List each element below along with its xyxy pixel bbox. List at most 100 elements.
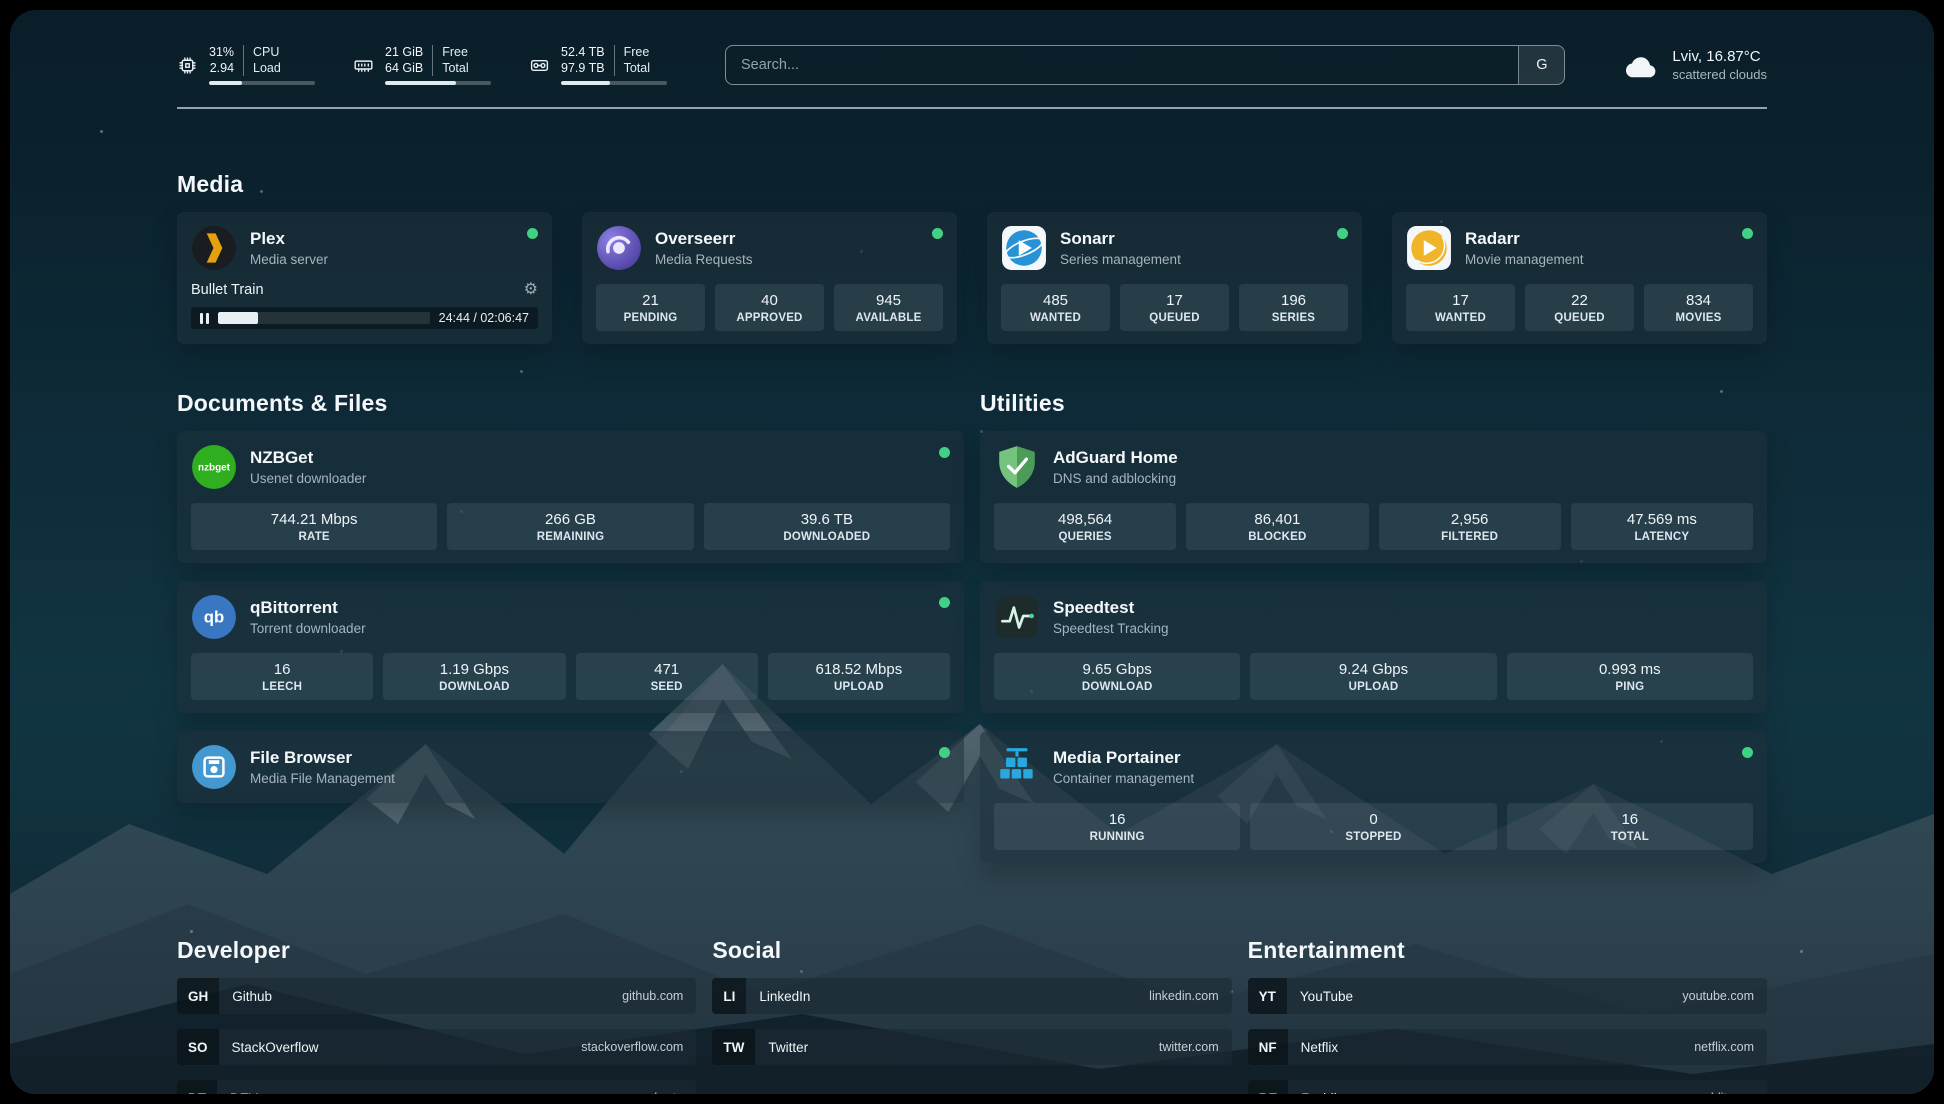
service-description: Speedtest Tracking: [1053, 621, 1169, 636]
section-utilities: Utilities: [980, 390, 1767, 863]
svg-text:nzbget: nzbget: [198, 463, 231, 474]
bookmark-youtube[interactable]: YT YouTube youtube.com: [1248, 978, 1767, 1014]
service-name: AdGuard Home: [1053, 448, 1178, 468]
cloud-icon: [1623, 50, 1659, 80]
service-card-speedtest[interactable]: Speedtest Speedtest Tracking 9.65 GbpsDO…: [980, 581, 1767, 713]
bookmark-twitter[interactable]: TW Twitter twitter.com: [712, 1029, 1231, 1065]
search-provider-button[interactable]: G: [1518, 46, 1564, 84]
cpu-icon: [177, 55, 198, 76]
service-description: DNS and adblocking: [1053, 471, 1178, 486]
plex-icon: [191, 225, 237, 271]
bookmark-dev[interactable]: DT DEV dev.to: [177, 1080, 696, 1094]
disk-progress-bar: [561, 81, 667, 85]
radarr-icon: [1406, 225, 1452, 271]
stat-wanted: 485WANTED: [1001, 284, 1110, 331]
status-dot: [939, 747, 950, 758]
stat-queued: 22QUEUED: [1525, 284, 1634, 331]
status-dot: [1742, 228, 1753, 239]
stat-leech: 16LEECH: [191, 653, 373, 700]
status-dot: [527, 228, 538, 239]
stat-movies: 834MOVIES: [1644, 284, 1753, 331]
status-dot: [932, 228, 943, 239]
service-description: Container management: [1053, 771, 1194, 786]
bookmark-group-social: Social LI LinkedIn linkedin.com TW Twitt…: [712, 937, 1231, 1065]
service-card-filebrowser[interactable]: File Browser Media File Management: [177, 731, 964, 803]
resource-widgets: 31% 2.94 CPU Load: [177, 45, 667, 85]
cpu-progress-bar: [209, 81, 315, 85]
stat-total: 16TOTAL: [1507, 803, 1753, 850]
stat-available: 945AVAILABLE: [834, 284, 943, 331]
disk-total-value: 97.9 TB: [561, 61, 605, 77]
playback-progress[interactable]: [218, 312, 430, 324]
stat-stopped: 0STOPPED: [1250, 803, 1496, 850]
service-card-sonarr[interactable]: Sonarr Series management 485WANTED 17QUE…: [987, 212, 1362, 344]
service-description: Media Requests: [655, 252, 753, 267]
filebrowser-icon: [191, 744, 237, 790]
qbittorrent-icon: qb: [191, 594, 237, 640]
memory-free-label: Free: [442, 45, 468, 61]
stat-pending: 21PENDING: [596, 284, 705, 331]
memory-free-value: 21 GiB: [385, 45, 423, 61]
service-card-radarr[interactable]: Radarr Movie management 17WANTED 22QUEUE…: [1392, 212, 1767, 344]
status-dot: [1742, 747, 1753, 758]
stat-wanted: 17WANTED: [1406, 284, 1515, 331]
overseerr-icon: [596, 225, 642, 271]
speedtest-icon: [994, 594, 1040, 640]
service-card-plex[interactable]: Plex Media server Bullet Train ⚙ 24:44 /…: [177, 212, 552, 344]
service-card-overseerr[interactable]: Overseerr Media Requests 21PENDING 40APP…: [582, 212, 957, 344]
stat-upload: 9.24 GbpsUPLOAD: [1250, 653, 1496, 700]
service-name: NZBGet: [250, 448, 366, 468]
nzbget-icon: nzbget: [191, 444, 237, 490]
disk-icon: [529, 55, 550, 76]
search-bar: G: [725, 45, 1565, 85]
service-description: Torrent downloader: [250, 621, 366, 636]
pause-icon[interactable]: [200, 313, 209, 324]
bookmark-github[interactable]: GH Github github.com: [177, 978, 696, 1014]
bookmark-group-developer: Developer GH Github github.com SO StackO…: [177, 937, 696, 1094]
stat-queued: 17QUEUED: [1120, 284, 1229, 331]
stat-series: 196SERIES: [1239, 284, 1348, 331]
media-player: 24:44 / 02:06:47: [191, 307, 538, 329]
search-input[interactable]: [726, 46, 1518, 84]
bookmark-group-entertainment: Entertainment YT YouTube youtube.com NF …: [1248, 937, 1767, 1094]
service-name: Radarr: [1465, 229, 1584, 249]
status-dot: [939, 597, 950, 608]
gear-icon[interactable]: ⚙: [524, 282, 538, 298]
stat-download: 9.65 GbpsDOWNLOAD: [994, 653, 1240, 700]
disk-free-value: 52.4 TB: [561, 45, 605, 61]
svg-text:qb: qb: [204, 608, 224, 627]
status-dot: [1337, 228, 1348, 239]
stat-filtered: 2,956FILTERED: [1379, 503, 1561, 550]
service-card-portainer[interactable]: Media Portainer Container management 16R…: [980, 731, 1767, 863]
section-title-entertainment: Entertainment: [1248, 937, 1767, 964]
status-dot: [939, 447, 950, 458]
weather-widget[interactable]: Lviv, 16.87°C scattered clouds: [1623, 48, 1767, 82]
service-card-qbittorrent[interactable]: qb qBittorrent Torrent downloader 16LEEC…: [177, 581, 964, 713]
service-card-nzbget[interactable]: nzbget NZBGet Usenet downloader 744.21 M…: [177, 431, 964, 563]
cpu-usage-label: CPU: [253, 45, 281, 61]
section-title-developer: Developer: [177, 937, 696, 964]
stat-rate: 744.21 MbpsRATE: [191, 503, 437, 550]
playback-time: 24:44 / 02:06:47: [439, 311, 529, 325]
stat-remaining: 266 GBREMAINING: [447, 503, 693, 550]
now-playing-title: Bullet Train: [191, 282, 524, 298]
service-name: Sonarr: [1060, 229, 1181, 249]
disk-total-label: Total: [624, 61, 650, 77]
bookmark-reddit[interactable]: RE Reddit reddit.com: [1248, 1080, 1767, 1094]
service-name: Plex: [250, 229, 328, 249]
bookmark-netflix[interactable]: NF Netflix netflix.com: [1248, 1029, 1767, 1065]
disk-widget: 52.4 TB 97.9 TB Free Total: [529, 45, 667, 85]
service-card-adguard[interactable]: AdGuard Home DNS and adblocking 498,564Q…: [980, 431, 1767, 563]
memory-total-label: Total: [442, 61, 468, 77]
stat-ping: 0.993 msPING: [1507, 653, 1753, 700]
bookmark-linkedin[interactable]: LI LinkedIn linkedin.com: [712, 978, 1231, 1014]
service-description: Movie management: [1465, 252, 1584, 267]
section-title-utilities: Utilities: [980, 390, 1767, 417]
topbar-divider: [177, 107, 1767, 109]
dashboard-window: 31% 2.94 CPU Load: [10, 10, 1934, 1094]
service-description: Series management: [1060, 252, 1181, 267]
stat-download: 1.19 GbpsDOWNLOAD: [383, 653, 565, 700]
cpu-load-value: 2.94: [210, 61, 234, 77]
bookmark-stackoverflow[interactable]: SO StackOverflow stackoverflow.com: [177, 1029, 696, 1065]
stat-seed: 471SEED: [576, 653, 758, 700]
